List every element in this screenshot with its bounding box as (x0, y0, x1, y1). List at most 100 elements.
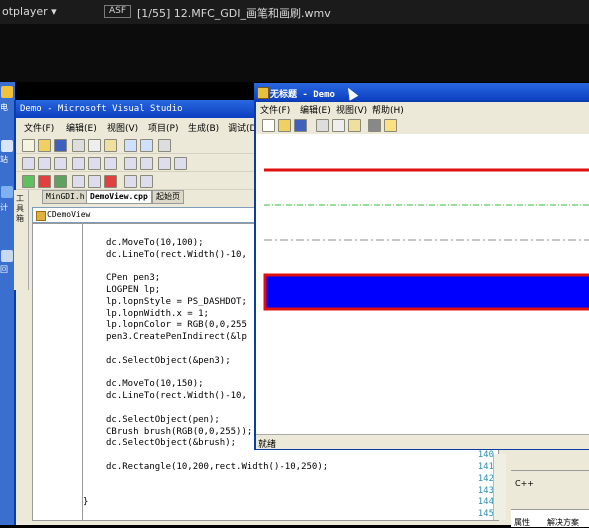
class-dropdown-value: CDemoView (47, 210, 91, 219)
outline-margin (82, 224, 83, 520)
blue-brush-rectangle (263, 273, 589, 311)
status-text: 就绪 (258, 440, 277, 450)
code-line[interactable]: CPen pen3; (106, 273, 160, 283)
undo-icon[interactable] (124, 139, 137, 152)
folder-icon[interactable] (1, 86, 13, 98)
code-line[interactable]: lp.lopnWidth.x = 1; (106, 309, 209, 319)
menu-edit[interactable]: 编辑(E) (66, 121, 97, 134)
code-line[interactable]: } (83, 497, 88, 507)
code-line[interactable]: dc.SelectObject(&pen3); (106, 356, 231, 366)
recycle-bin-icon[interactable] (1, 250, 13, 262)
video-letterbox (0, 24, 589, 82)
redo-icon[interactable] (140, 139, 153, 152)
new-project-icon[interactable] (22, 139, 35, 152)
properties-panel: C++ 属性 解决方案 (511, 470, 589, 528)
editor-toolbar-icon[interactable] (22, 157, 35, 170)
tab-solution-explorer[interactable]: 解决方案 (547, 517, 579, 528)
tab-start-page[interactable]: 起始页 (152, 190, 184, 204)
editor-vertical-scrollbar[interactable] (493, 454, 506, 520)
demo-menu-file[interactable]: 文件(F) (260, 103, 290, 116)
editor-toolbar-icon[interactable] (72, 157, 85, 170)
line-number: 144 (477, 497, 494, 508)
breakpoint-icon[interactable] (104, 175, 117, 188)
start-debug-icon[interactable] (22, 175, 35, 188)
player-name[interactable]: otplayer ▾ (2, 5, 57, 18)
demo-menu-bar: 文件(F) 编辑(E) 视图(V) 帮助(H) (256, 102, 589, 116)
demo-title-bar[interactable]: 无标题 - Demo (254, 83, 589, 101)
computer-icon[interactable] (1, 140, 13, 152)
desktop-icon-label: 电 (0, 103, 8, 112)
stop-icon[interactable] (38, 175, 51, 188)
help-icon[interactable] (384, 119, 397, 132)
vs-window-title: Demo - Microsoft Visual Studio (20, 104, 183, 114)
code-line[interactable]: dc.MoveTo(10,100); (106, 238, 204, 248)
code-line[interactable]: dc.MoveTo(10,150); (106, 379, 204, 389)
code-line[interactable]: dc.LineTo(rect.Width()-10, (106, 391, 247, 401)
code-line[interactable]: dc.LineTo(rect.Width()-10, (106, 250, 247, 260)
menu-file[interactable]: 文件(F) (24, 121, 54, 134)
desktop-icon-label: 站 (0, 155, 8, 164)
debug-toolbar-icon[interactable] (140, 175, 153, 188)
save-icon[interactable] (54, 139, 67, 152)
new-icon[interactable] (262, 119, 275, 132)
code-line[interactable]: dc.SelectObject(pen); (106, 415, 220, 425)
indent-icon[interactable] (88, 157, 101, 170)
navigate-icon[interactable] (158, 139, 171, 152)
bookmark-icon[interactable] (158, 157, 171, 170)
outdent-icon[interactable] (104, 157, 117, 170)
desktop-icon-label: 回 (0, 265, 8, 274)
open-icon[interactable] (38, 139, 51, 152)
menu-view[interactable]: 视图(V) (107, 121, 138, 134)
paste-icon[interactable] (104, 139, 117, 152)
class-dropdown[interactable]: CDemoView (32, 207, 256, 223)
editor-toolbar-icon[interactable] (54, 157, 67, 170)
comment-icon[interactable] (124, 157, 137, 170)
desktop-background: 电 站 计 回 (0, 82, 15, 525)
tab-mingdi-h[interactable]: MinGDI.h (42, 190, 89, 204)
format-badge: ASF (104, 5, 132, 18)
demo-menu-view[interactable]: 视图(V) (336, 103, 367, 116)
line-number: 142 (477, 473, 494, 484)
app-icon (257, 87, 269, 99)
line-number: 141 (477, 462, 494, 472)
menu-build[interactable]: 生成(B) (188, 121, 219, 134)
demo-drawing-area[interactable] (256, 134, 589, 434)
demo-menu-help[interactable]: 帮助(H) (372, 103, 404, 116)
code-line[interactable]: dc.SelectObject(&brush); (106, 438, 236, 448)
print-icon[interactable] (368, 119, 381, 132)
open-icon[interactable] (278, 119, 291, 132)
code-line[interactable]: pen3.CreatePenIndirect(&lp (106, 332, 247, 342)
debug-toolbar-icon[interactable] (124, 175, 137, 188)
language-label: C++ (515, 479, 534, 488)
copy-icon[interactable] (332, 119, 345, 132)
cut-icon[interactable] (316, 119, 329, 132)
player-title-bar: otplayer ▾ ASF [1/55] 12.MFC_GDI_画笔和画刷.w… (0, 0, 589, 24)
tab-properties[interactable]: 属性 (514, 517, 530, 528)
debug-toolbar-icon[interactable] (88, 175, 101, 188)
demo-toolbar (256, 116, 589, 135)
tab-demoview-cpp[interactable]: DemoView.cpp (86, 190, 152, 204)
line-number-gutter (33, 224, 73, 520)
code-line[interactable]: LOGPEN lp; (106, 285, 160, 295)
menu-project[interactable]: 项目(P) (148, 121, 178, 134)
paste-icon[interactable] (348, 119, 361, 132)
code-line[interactable]: lp.lopnStyle = PS_DASHDOT; (106, 297, 247, 307)
demo-window-title: 无标题 - Demo (270, 90, 335, 100)
video-title: [1/55] 12.MFC_GDI_画笔和画刷.wmv (137, 7, 331, 20)
gdi-drawing (263, 168, 589, 311)
step-icon[interactable] (54, 175, 67, 188)
code-line[interactable]: dc.Rectangle(10,200,rect.Width()-10,250)… (106, 462, 328, 472)
desktop-icon-label: 计 (0, 203, 8, 212)
code-line[interactable]: CBrush brush(RGB(0,0,255)); (106, 427, 252, 437)
save-icon[interactable] (294, 119, 307, 132)
bookmark-icon[interactable] (174, 157, 187, 170)
code-line[interactable]: lp.lopnColor = RGB(0,0,255 (106, 320, 247, 330)
editor-toolbar-icon[interactable] (38, 157, 51, 170)
toolbox-panel[interactable]: 工具箱 (14, 190, 29, 290)
demo-menu-edit[interactable]: 编辑(E) (300, 103, 331, 116)
debug-toolbar-icon[interactable] (72, 175, 85, 188)
cut-icon[interactable] (72, 139, 85, 152)
copy-icon[interactable] (88, 139, 101, 152)
uncomment-icon[interactable] (140, 157, 153, 170)
network-icon[interactable] (1, 186, 13, 198)
